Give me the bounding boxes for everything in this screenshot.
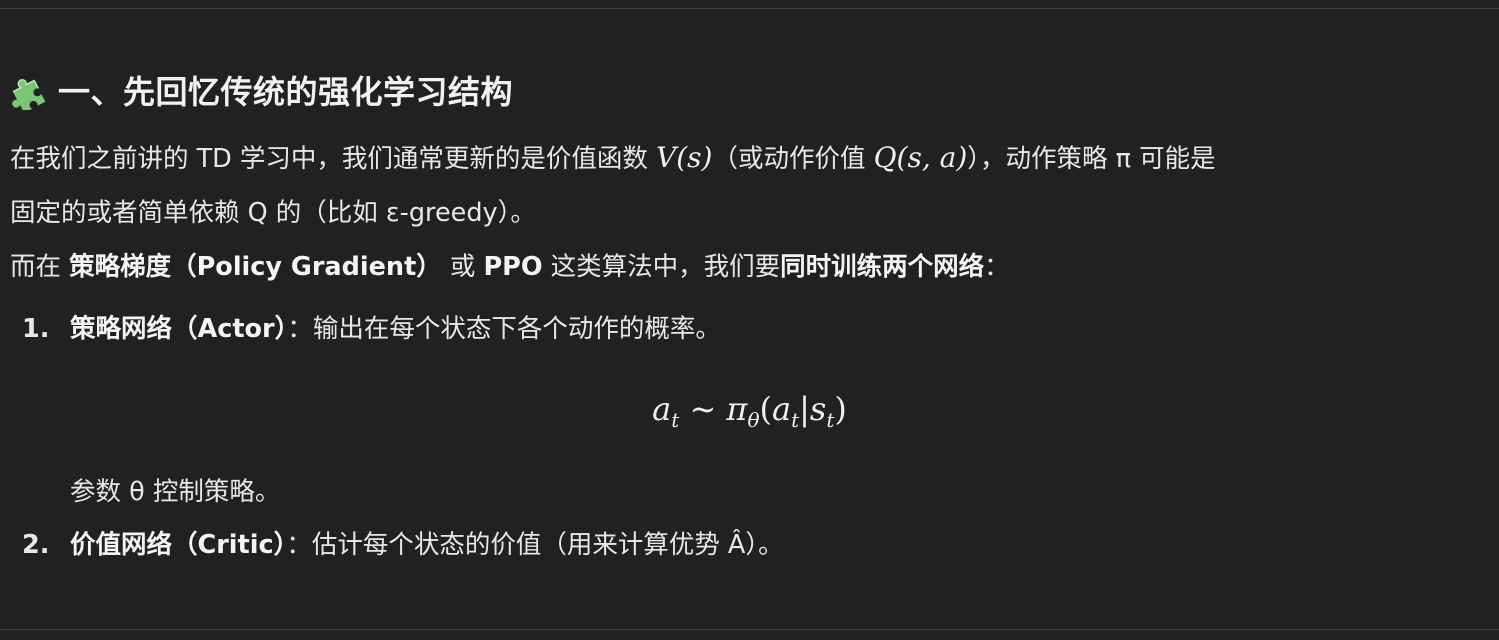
bottom-divider bbox=[0, 629, 1499, 630]
paragraph-1-line-2: 固定的或者简单依赖 Q 的（比如 ε-greedy）。 bbox=[10, 198, 536, 228]
list-item-desc: ：估计每个状态的价值（用来计算优势 Â）。 bbox=[286, 530, 784, 560]
list-number: 1. bbox=[22, 314, 50, 344]
bold-ppo: PPO bbox=[483, 252, 543, 282]
list-item: 2. 价值网络（Critic）：估计每个状态的价值（用来计算优势 Â）。 bbox=[22, 527, 784, 563]
policy-formula: at ∼ πθ(at|st) bbox=[652, 390, 847, 432]
list-number: 2. bbox=[22, 530, 50, 560]
paragraph-2: 而在 策略梯度（Policy Gradient） 或 PPO 这类算法中，我们要… bbox=[10, 252, 1010, 282]
list-item-desc: ：输出在每个状态下各个动作的概率。 bbox=[287, 314, 721, 344]
math-action-value: Q(s, a) bbox=[873, 141, 968, 174]
list-item-title: 价值网络（Critic） bbox=[70, 530, 287, 560]
top-divider bbox=[0, 8, 1499, 9]
list-item: 1. 策略网络（Actor）：输出在每个状态下各个动作的概率。 bbox=[22, 311, 721, 347]
paragraph-1-line-1: 在我们之前讲的 TD 学习中，我们通常更新的是价值函数 V(s)（或动作价值 Q… bbox=[10, 141, 1216, 174]
bold-two-networks: 同时训练两个网络 bbox=[780, 252, 985, 282]
puzzle-icon bbox=[12, 79, 46, 110]
bold-policy-gradient: 策略梯度（Policy Gradient） bbox=[69, 252, 442, 282]
math-value-function: V(s) bbox=[656, 141, 713, 174]
section-heading: 一、先回忆传统的强化学习结构 bbox=[10, 66, 513, 114]
parameter-note: 参数 θ 控制策略。 bbox=[70, 477, 281, 507]
heading-text: 一、先回忆传统的强化学习结构 bbox=[58, 73, 514, 111]
list-item-title: 策略网络（Actor） bbox=[70, 314, 288, 344]
